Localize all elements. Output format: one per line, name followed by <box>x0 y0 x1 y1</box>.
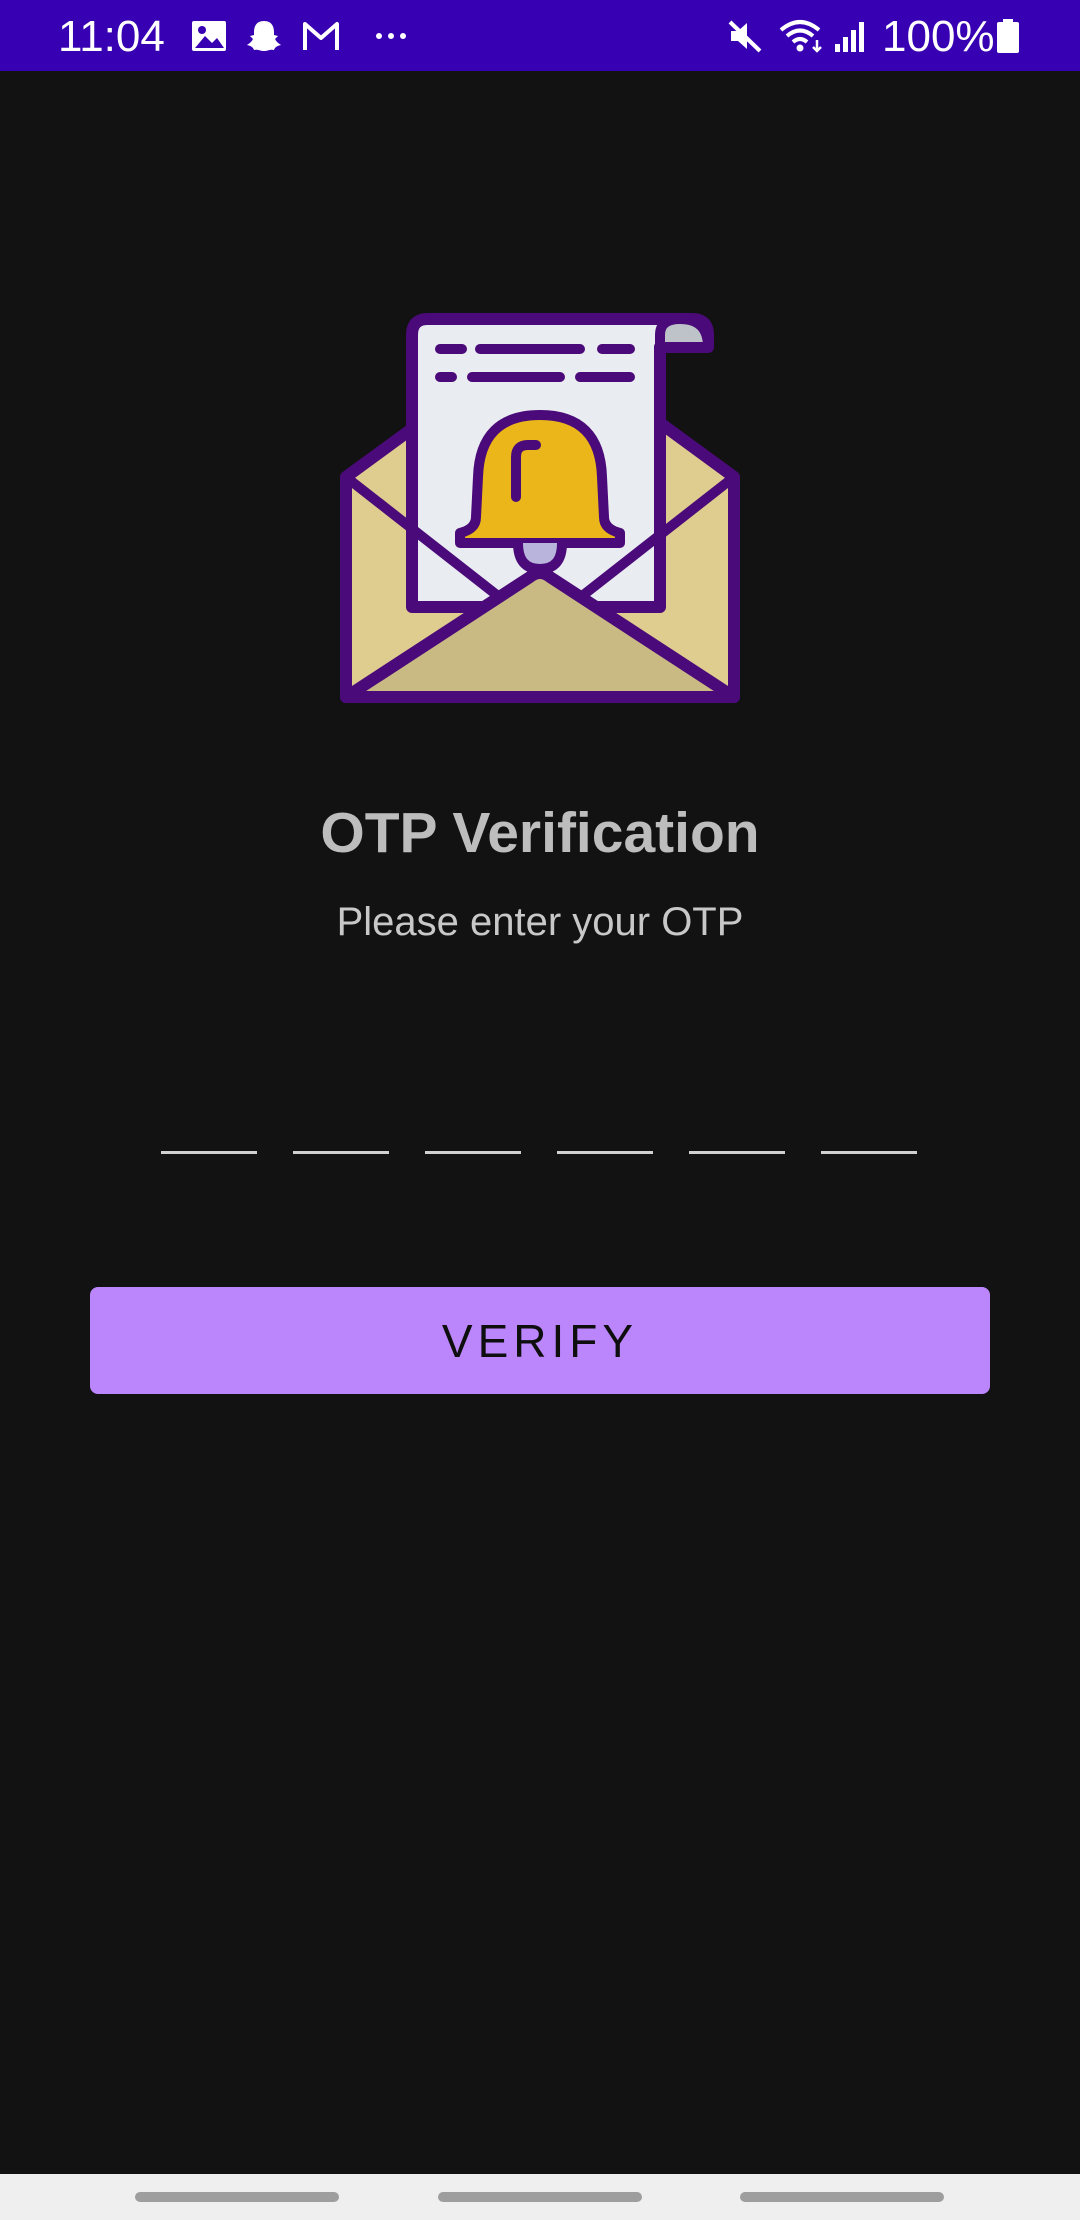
verify-button[interactable]: VERIFY <box>90 1287 990 1394</box>
gmail-icon <box>303 22 339 50</box>
envelope-bell-icon <box>340 313 740 703</box>
navigation-bar <box>0 2174 1080 2220</box>
otp-digit-3[interactable] <box>425 1110 521 1154</box>
otp-digit-6[interactable] <box>821 1110 917 1154</box>
status-time: 11:04 <box>58 12 165 61</box>
mute-icon <box>728 20 762 53</box>
page-subtitle: Please enter your OTP <box>336 900 744 944</box>
snapchat-icon <box>247 21 281 51</box>
otp-digit-1[interactable] <box>161 1110 257 1154</box>
otp-digit-2[interactable] <box>293 1110 389 1154</box>
nav-back[interactable] <box>740 2192 944 2202</box>
more-icon <box>376 33 406 39</box>
otp-digit-5[interactable] <box>689 1110 785 1154</box>
page-title: OTP Verification <box>320 801 760 865</box>
battery-percent: 100% <box>882 12 995 61</box>
signal-icon <box>835 22 864 52</box>
battery-icon <box>997 19 1019 53</box>
nav-home[interactable] <box>438 2192 642 2202</box>
nav-recent-apps[interactable] <box>135 2192 339 2202</box>
status-bar: 11:04 100% <box>0 0 1080 71</box>
otp-input-row <box>161 1110 919 1154</box>
image-icon <box>192 21 226 51</box>
wifi-icon <box>779 20 822 53</box>
otp-digit-4[interactable] <box>557 1110 653 1154</box>
